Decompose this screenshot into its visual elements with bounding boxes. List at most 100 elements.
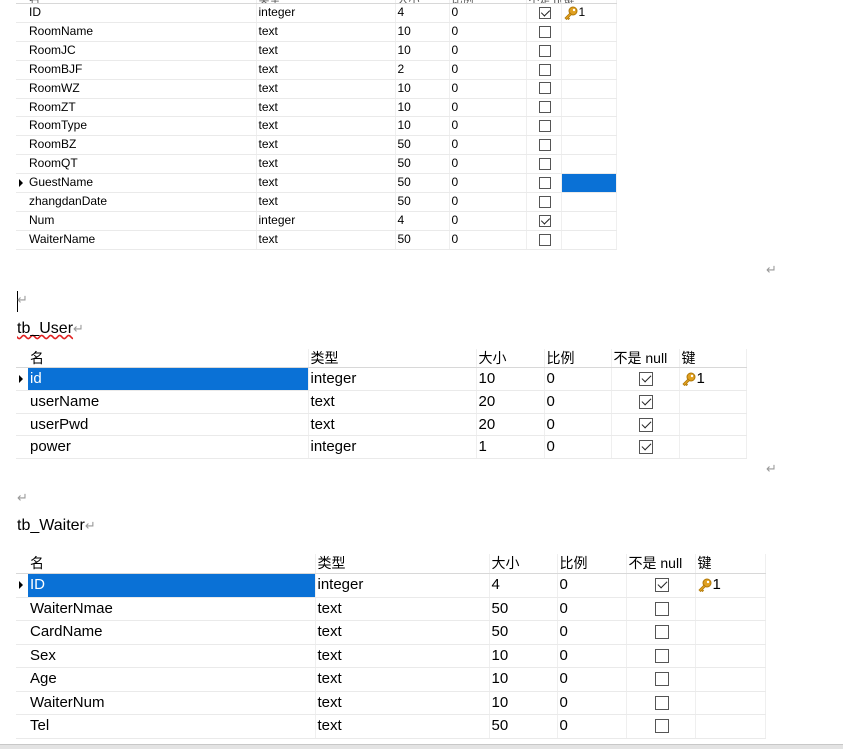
- cell-type[interactable]: text: [315, 620, 490, 645]
- cell-type[interactable]: text: [256, 41, 396, 61]
- table-row[interactable]: id integer 10 0 1: [16, 367, 747, 391]
- cell-key[interactable]: [561, 230, 617, 250]
- cell-size[interactable]: 50: [395, 135, 450, 156]
- cell-name[interactable]: WaiterNmae: [28, 597, 316, 621]
- table-row[interactable]: userName text 20 0: [16, 390, 747, 414]
- cell-type[interactable]: text: [256, 98, 396, 118]
- table-row[interactable]: RoomName text 10 0: [16, 22, 617, 42]
- cell-key[interactable]: [695, 644, 766, 668]
- notnull-checkbox[interactable]: [639, 372, 653, 387]
- cell-type[interactable]: text: [256, 154, 396, 175]
- cell-type[interactable]: text: [256, 22, 396, 42]
- cell-name[interactable]: RoomBJF: [27, 60, 257, 80]
- cell-scale[interactable]: 0: [449, 3, 527, 23]
- cell-scale[interactable]: 0: [544, 367, 612, 391]
- cell-name[interactable]: RoomJC: [27, 41, 257, 61]
- table-row[interactable]: zhangdanDate text 50 0: [16, 192, 617, 212]
- table-row[interactable]: RoomWZ text 10 0: [16, 79, 617, 99]
- cell-size[interactable]: 20: [476, 413, 545, 437]
- col-size-header[interactable]: 大小: [489, 554, 558, 574]
- cell-key[interactable]: [695, 597, 766, 621]
- cell-key[interactable]: [561, 211, 617, 231]
- table-row[interactable]: WaiterNum text 10 0: [16, 691, 766, 715]
- table-row[interactable]: CardName text 50 0: [16, 620, 766, 645]
- notnull-checkbox[interactable]: [538, 44, 551, 57]
- cell-size[interactable]: 50: [395, 173, 450, 194]
- table-row[interactable]: Num integer 4 0: [16, 211, 617, 231]
- cell-scale[interactable]: 0: [449, 173, 527, 194]
- cell-key[interactable]: [561, 116, 617, 137]
- cell-size[interactable]: 10: [395, 116, 450, 137]
- cell-size[interactable]: 4: [395, 211, 450, 231]
- notnull-checkbox[interactable]: [654, 601, 669, 616]
- cell-scale[interactable]: 0: [449, 154, 527, 175]
- cell-type[interactable]: integer: [315, 573, 490, 598]
- cell-key[interactable]: 1: [695, 573, 766, 598]
- cell-key[interactable]: [561, 135, 617, 156]
- cell-scale[interactable]: 0: [557, 691, 627, 715]
- table-row[interactable]: RoomZT text 10 0: [16, 98, 617, 118]
- cell-scale[interactable]: 0: [449, 60, 527, 80]
- cell-scale[interactable]: 0: [449, 192, 527, 212]
- notnull-checkbox[interactable]: [538, 214, 551, 227]
- cell-size[interactable]: 10: [489, 691, 558, 715]
- cell-type[interactable]: integer: [256, 211, 396, 231]
- cell-size[interactable]: 20: [476, 390, 545, 414]
- col-size-header[interactable]: 大小: [476, 349, 545, 368]
- table-row[interactable]: RoomType text 10 0: [16, 116, 617, 137]
- table-row[interactable]: WaiterName text 50 0: [16, 230, 617, 250]
- cell-name[interactable]: CardName: [28, 620, 316, 645]
- col-notnull-header[interactable]: 不是 null: [626, 554, 696, 574]
- notnull-checkbox[interactable]: [538, 63, 551, 76]
- cell-name[interactable]: RoomBZ: [27, 135, 257, 156]
- table-row[interactable]: RoomQT text 50 0: [16, 154, 617, 175]
- cell-type[interactable]: text: [256, 60, 396, 80]
- cell-type[interactable]: text: [315, 691, 490, 715]
- cell-type[interactable]: text: [308, 413, 477, 437]
- cell-type[interactable]: text: [315, 714, 490, 739]
- cell-name[interactable]: RoomName: [27, 22, 257, 42]
- cell-name[interactable]: WaiterName: [27, 230, 257, 250]
- col-name-header[interactable]: 名: [28, 554, 316, 574]
- notnull-checkbox[interactable]: [538, 233, 551, 246]
- table-row[interactable]: RoomBZ text 50 0: [16, 135, 617, 156]
- cell-key[interactable]: [695, 620, 766, 645]
- cell-scale[interactable]: 0: [544, 390, 612, 414]
- cell-name[interactable]: userName: [28, 390, 309, 414]
- cell-name[interactable]: userPwd: [28, 413, 309, 437]
- cell-type[interactable]: text: [256, 173, 396, 194]
- notnull-checkbox[interactable]: [538, 120, 551, 133]
- cell-key[interactable]: [695, 691, 766, 715]
- cell-type[interactable]: integer: [308, 435, 477, 460]
- cell-scale[interactable]: 0: [449, 211, 527, 231]
- cell-key[interactable]: 1: [679, 367, 747, 391]
- cell-type[interactable]: text: [256, 192, 396, 212]
- cell-type[interactable]: text: [256, 116, 396, 137]
- cell-type[interactable]: text: [308, 390, 477, 414]
- cell-scale[interactable]: 0: [449, 135, 527, 156]
- notnull-checkbox[interactable]: [538, 101, 551, 114]
- cell-scale[interactable]: 0: [557, 620, 627, 645]
- cell-name[interactable]: ID: [27, 3, 257, 23]
- notnull-checkbox[interactable]: [654, 695, 669, 710]
- cell-key[interactable]: [679, 435, 747, 460]
- cell-name[interactable]: id: [28, 367, 309, 391]
- cell-size[interactable]: 50: [395, 154, 450, 175]
- notnull-checkbox[interactable]: [538, 6, 551, 19]
- cell-size[interactable]: 4: [395, 3, 450, 23]
- cell-key[interactable]: [561, 41, 617, 61]
- cell-name[interactable]: RoomQT: [27, 154, 257, 175]
- notnull-checkbox[interactable]: [654, 719, 669, 734]
- cell-scale[interactable]: 0: [449, 116, 527, 137]
- notnull-checkbox[interactable]: [538, 176, 551, 189]
- table-row[interactable]: RoomJC text 10 0: [16, 41, 617, 61]
- notnull-checkbox[interactable]: [639, 440, 653, 455]
- cell-size[interactable]: 10: [489, 667, 558, 692]
- cell-key[interactable]: [561, 98, 617, 118]
- cell-scale[interactable]: 0: [544, 413, 612, 437]
- cell-key[interactable]: [561, 22, 617, 42]
- cell-type[interactable]: integer: [256, 3, 396, 23]
- cell-type[interactable]: text: [315, 597, 490, 621]
- col-scale-header[interactable]: 比例: [557, 554, 627, 574]
- cell-scale[interactable]: 0: [449, 79, 527, 99]
